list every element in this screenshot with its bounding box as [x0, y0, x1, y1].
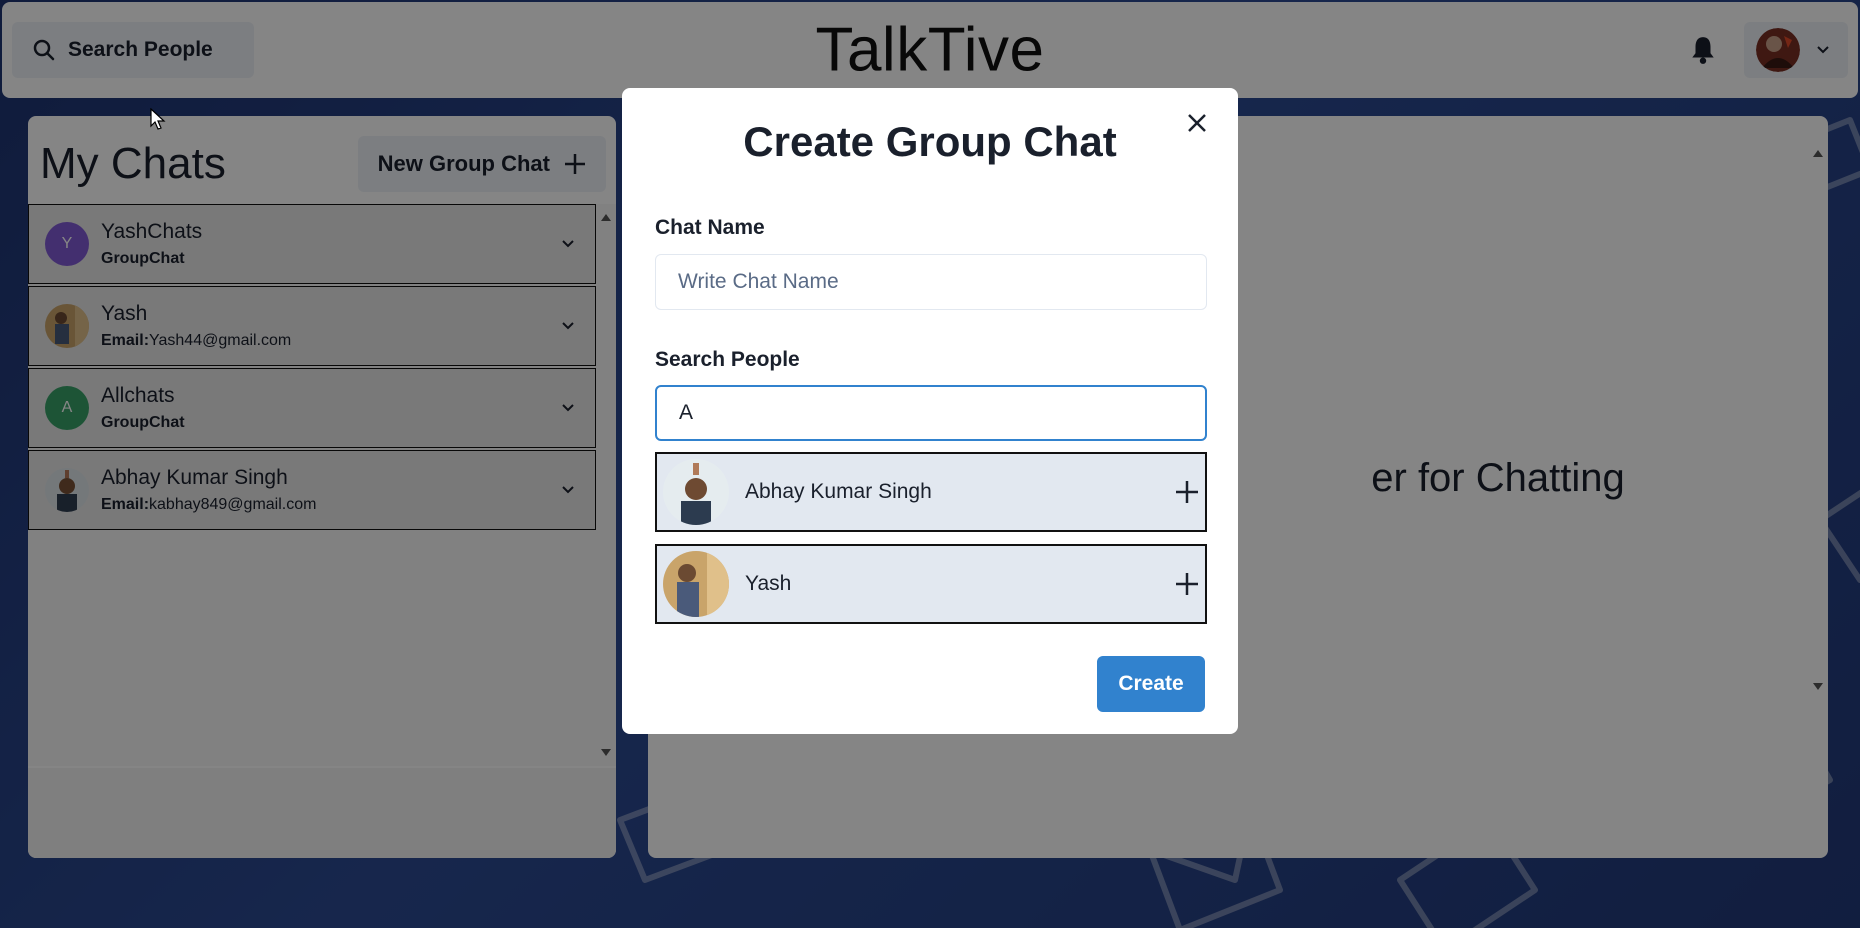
avatar	[663, 459, 729, 525]
mouse-cursor-icon	[150, 108, 166, 130]
user-result-item[interactable]: Abhay Kumar Singh	[655, 452, 1207, 532]
chat-name-label: Chat Name	[655, 216, 765, 239]
create-group-chat-modal: Create Group Chat Chat Name Search Peopl…	[622, 88, 1238, 734]
user-result-item[interactable]: Yash	[655, 544, 1207, 624]
plus-icon[interactable]	[1175, 572, 1199, 596]
modal-title: Create Group Chat	[743, 118, 1117, 165]
close-icon[interactable]	[1184, 110, 1210, 136]
plus-icon[interactable]	[1175, 480, 1199, 504]
search-people-input[interactable]: A	[655, 385, 1207, 441]
user-result-name: Yash	[745, 572, 792, 595]
avatar	[663, 551, 729, 617]
chat-name-input[interactable]	[655, 254, 1207, 310]
search-people-label: Search People	[655, 348, 800, 371]
user-result-name: Abhay Kumar Singh	[745, 480, 932, 503]
create-button[interactable]: Create	[1097, 656, 1205, 712]
